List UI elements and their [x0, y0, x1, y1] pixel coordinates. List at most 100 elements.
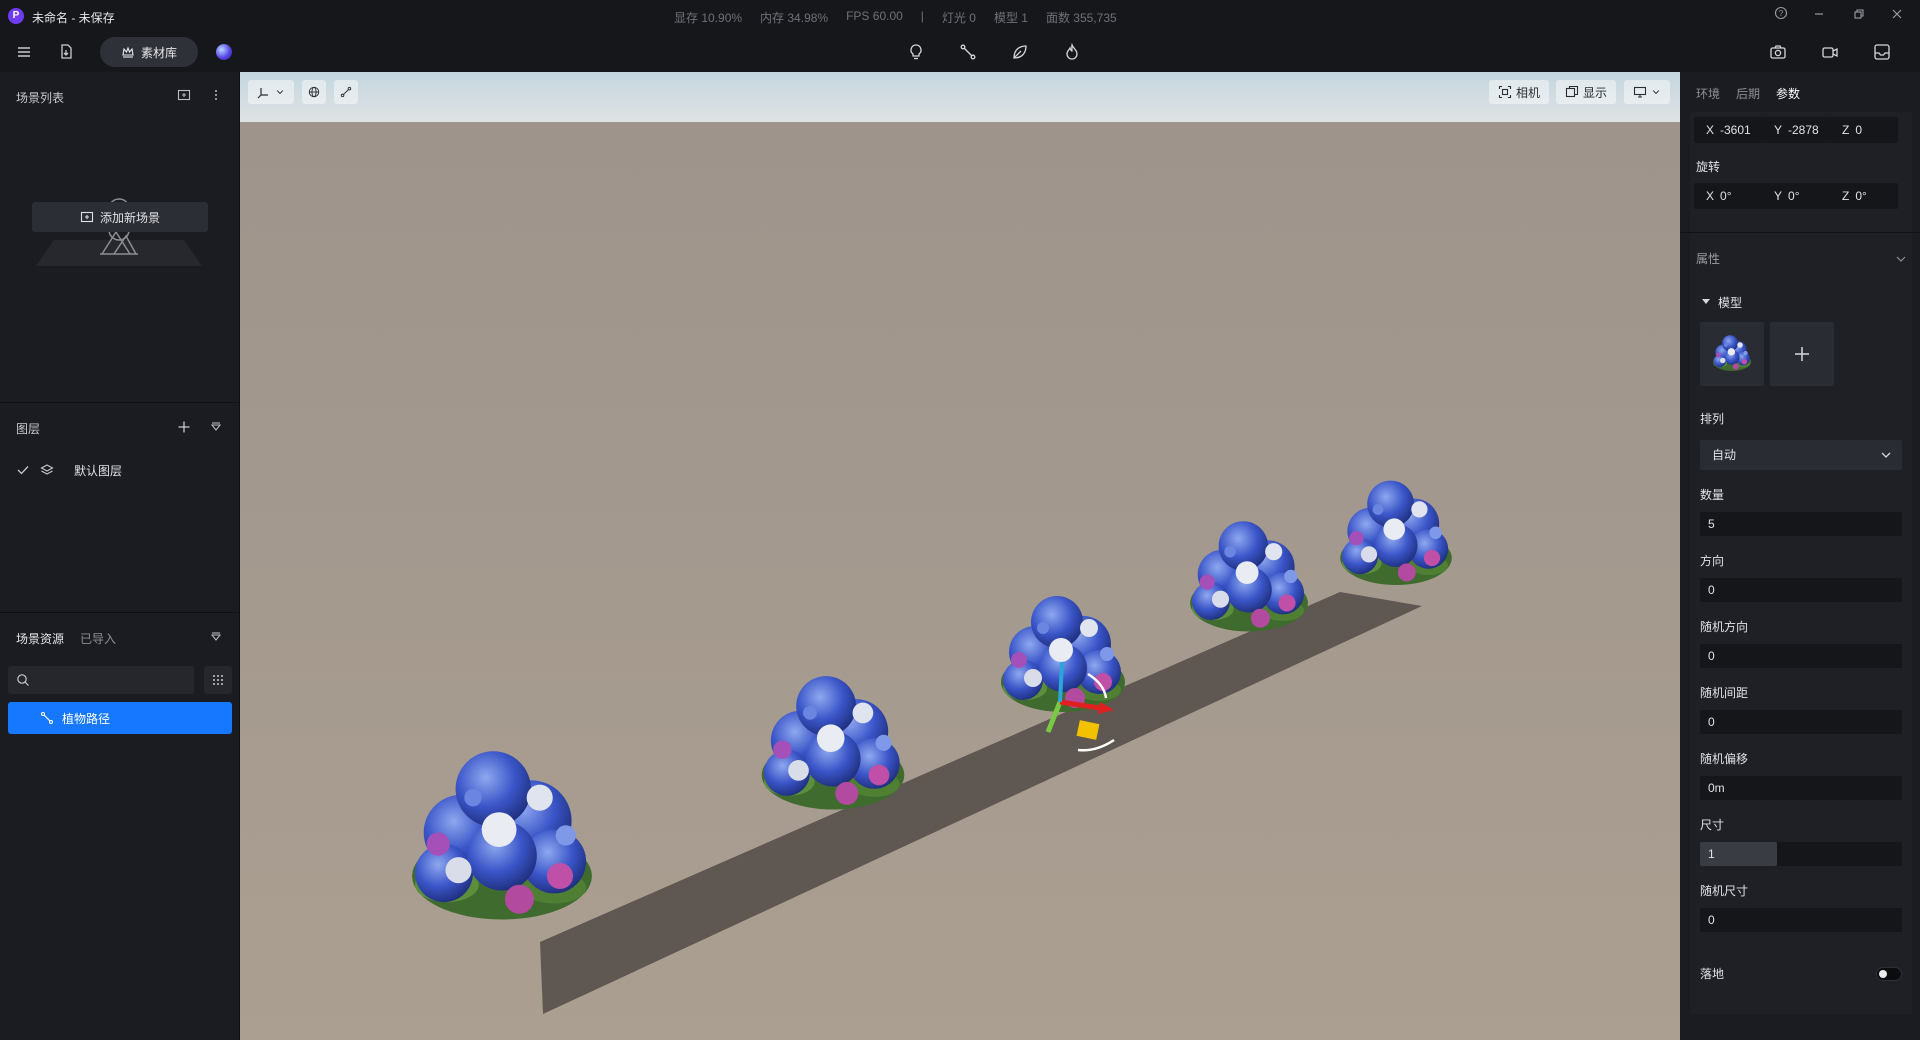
- panel-divider: [0, 612, 240, 613]
- camera-view-label: 相机: [1515, 85, 1540, 100]
- size-label: 尺寸: [1700, 818, 1725, 832]
- collapse-chevron-icon[interactable]: [1892, 250, 1910, 268]
- check-icon[interactable]: [16, 463, 30, 477]
- ground-toggle[interactable]: [1876, 967, 1902, 981]
- rotation-z-field[interactable]: Z 0°: [1830, 183, 1898, 209]
- restore-icon[interactable]: [1846, 6, 1872, 26]
- camera-icon[interactable]: [1764, 38, 1792, 66]
- layer-item-default[interactable]: 默认图层: [16, 460, 226, 480]
- arrange-select[interactable]: 自动: [1700, 440, 1902, 470]
- display-icon: [1565, 85, 1579, 98]
- random-spacing-field[interactable]: 0: [1700, 710, 1902, 734]
- axis-x-label: X: [1706, 189, 1715, 203]
- tab-imported-assets[interactable]: 已导入: [80, 630, 116, 647]
- menu-icon[interactable]: [10, 38, 38, 66]
- size-value: 1: [1708, 847, 1715, 861]
- position-y-field[interactable]: Y -2878: [1762, 117, 1830, 143]
- random-offset-field[interactable]: 0m: [1700, 776, 1902, 800]
- caret-down-icon[interactable]: [1700, 295, 1712, 307]
- tab-scene-assets[interactable]: 场景资源: [16, 630, 64, 647]
- performance-stats: 显存 10.90% 内存 34.98% FPS 60.00 | 灯光 0 模型 …: [674, 9, 1117, 26]
- add-layer-icon[interactable]: [175, 418, 193, 436]
- scene-render[interactable]: [240, 72, 1680, 1040]
- focus-frame-icon: [1498, 85, 1512, 99]
- globe-icon[interactable]: [302, 80, 326, 104]
- grid-view-icon[interactable]: [204, 666, 232, 694]
- axis-x-label: X: [1706, 123, 1715, 137]
- close-icon[interactable]: [1884, 6, 1910, 26]
- count-label: 数量: [1700, 488, 1725, 502]
- size-slider[interactable]: 1: [1700, 842, 1902, 866]
- path-tool-icon[interactable]: [954, 38, 982, 66]
- right-panel: 环境 后期 参数 X -3601 Y -2878 Z0 旋转 X 0° Y 0° Z 0°…: [1680, 72, 1920, 1040]
- path-icon: [40, 711, 54, 725]
- add-scene-icon[interactable]: [175, 86, 193, 104]
- fire-icon[interactable]: [1058, 38, 1086, 66]
- model-thumbnail[interactable]: [1700, 322, 1764, 386]
- crown-icon: [122, 46, 134, 58]
- asset-item-plant-path[interactable]: 植物路径: [8, 702, 232, 734]
- snap-path-icon[interactable]: [334, 80, 358, 104]
- random-direction-value: 0: [1708, 649, 1715, 663]
- position-z-value: 0: [1855, 123, 1863, 137]
- svg-text:?: ?: [1779, 9, 1784, 18]
- more-options-icon[interactable]: [207, 86, 225, 104]
- count-value: 5: [1708, 517, 1715, 531]
- monitor-icon: [1633, 86, 1647, 98]
- axis-z-label: Z: [1842, 123, 1850, 137]
- video-camera-icon[interactable]: [1816, 38, 1844, 66]
- panel-divider: [0, 402, 240, 403]
- tab-post-processing[interactable]: 后期: [1736, 85, 1760, 102]
- axis-z-label: Z: [1842, 189, 1850, 203]
- main-toolbar: 素材库: [0, 32, 1920, 72]
- chevron-down-icon: [276, 90, 284, 95]
- random-direction-label: 随机方向: [1700, 620, 1749, 634]
- count-field[interactable]: 5: [1700, 512, 1902, 536]
- leaf-icon[interactable]: [1006, 38, 1034, 66]
- asset-search-input[interactable]: [36, 666, 186, 694]
- ai-orb-icon[interactable]: [216, 44, 232, 60]
- axis-y-label: Y: [1774, 189, 1783, 203]
- camera-view-button[interactable]: 相机: [1489, 80, 1549, 104]
- random-size-field[interactable]: 0: [1700, 908, 1902, 932]
- layers-filter-icon[interactable]: [207, 418, 225, 436]
- display-button[interactable]: 显示: [1556, 80, 1616, 104]
- arrange-select-value: 自动: [1712, 448, 1737, 462]
- add-new-scene-label: 添加新场景: [99, 210, 160, 225]
- light-bulb-icon[interactable]: [902, 38, 930, 66]
- render-output-icon[interactable]: [1868, 38, 1896, 66]
- view-settings-button[interactable]: [1624, 80, 1670, 104]
- random-direction-field[interactable]: 0: [1700, 644, 1902, 668]
- transform-mode-button[interactable]: [248, 80, 294, 104]
- plus-icon: [1795, 347, 1809, 361]
- import-file-icon[interactable]: [52, 38, 80, 66]
- document-title: 未命名 - 未保存: [32, 11, 115, 25]
- random-size-label: 随机尺寸: [1700, 884, 1749, 898]
- position-x-field[interactable]: X -3601: [1694, 117, 1762, 143]
- section-divider: [1680, 232, 1920, 233]
- stats-separator: |: [920, 9, 924, 23]
- material-library-label: 素材库: [140, 45, 177, 60]
- add-new-scene-button[interactable]: 添加新场景: [32, 202, 208, 232]
- scene-list-title: 场景列表: [16, 91, 65, 105]
- hydrangea-thumbnail-icon: [1712, 335, 1752, 371]
- add-model-button[interactable]: [1770, 322, 1834, 386]
- random-spacing-label: 随机间距: [1700, 686, 1749, 700]
- minimize-icon[interactable]: [1806, 6, 1832, 26]
- tab-environment[interactable]: 环境: [1696, 85, 1720, 102]
- layers-icon: [40, 464, 54, 475]
- material-library-button[interactable]: 素材库: [100, 37, 198, 67]
- position-y-value: -2878: [1788, 123, 1819, 137]
- 3d-viewport[interactable]: 相机 显示: [240, 72, 1680, 1040]
- ground-label: 落地: [1700, 967, 1725, 981]
- memory-stat: 内存 34.98%: [760, 11, 829, 25]
- position-z-field[interactable]: Z0: [1830, 117, 1898, 143]
- help-icon[interactable]: ?: [1768, 6, 1794, 26]
- direction-field[interactable]: 0: [1700, 578, 1902, 602]
- models-stat: 模型 1: [993, 11, 1028, 25]
- rotation-x-field[interactable]: X 0°: [1694, 183, 1762, 209]
- tab-parameters[interactable]: 参数: [1776, 85, 1800, 102]
- assets-filter-icon[interactable]: [207, 628, 225, 646]
- rotation-y-field[interactable]: Y 0°: [1762, 183, 1830, 209]
- chevron-down-icon: [1652, 90, 1660, 95]
